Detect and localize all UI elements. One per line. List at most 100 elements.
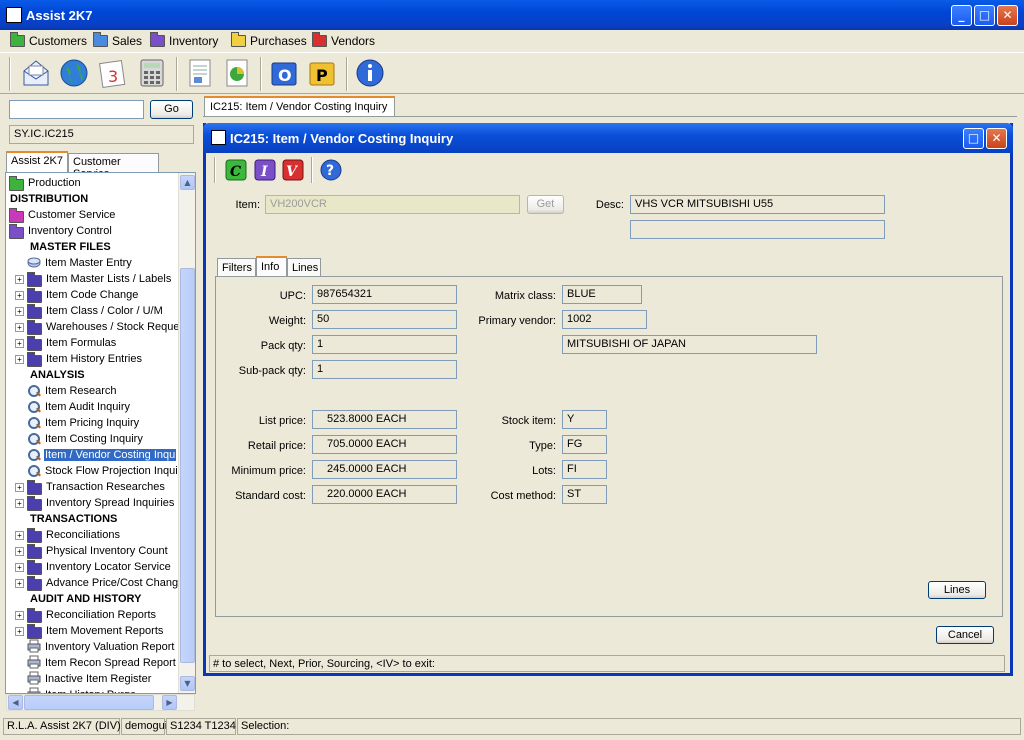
expand-icon[interactable]: + [15, 354, 24, 364]
menu-vendors[interactable]: Vendors [312, 32, 375, 49]
tree-item[interactable]: + Item Movement Reports [15, 623, 164, 639]
menu-purchases[interactable]: Purchases [231, 32, 307, 49]
expand-icon[interactable]: + [15, 322, 24, 332]
maximize-button[interactable]: □ [974, 5, 995, 26]
expand-icon[interactable]: + [15, 562, 24, 572]
lots-field[interactable]: FI [562, 460, 607, 479]
tree-item[interactable]: + Advance Price/Cost Chang [15, 575, 179, 591]
tree-item[interactable]: + Item Class / Color / U/M [15, 303, 164, 319]
tree-vertical-scrollbar[interactable]: ▲ ▼ [178, 173, 195, 693]
tree-item[interactable]: + Physical Inventory Count [15, 543, 169, 559]
desc-line2-field[interactable] [630, 220, 885, 239]
scroll-up-button[interactable]: ▲ [180, 175, 195, 190]
matrix-class-field[interactable]: BLUE [562, 285, 642, 304]
tree-item[interactable]: Item Costing Inquiry [15, 431, 144, 447]
inquiry-maximize-button[interactable]: □ [963, 128, 984, 149]
globe-icon[interactable] [58, 57, 90, 89]
sub-pack-qty-field[interactable]: 1 [312, 360, 457, 379]
tab-filters[interactable]: Filters [217, 258, 256, 277]
cost-method-field[interactable]: ST [562, 485, 607, 504]
tab-assist-2k7[interactable]: Assist 2K7 [6, 151, 68, 172]
document-tab[interactable]: IC215: Item / Vendor Costing Inquiry [204, 96, 395, 117]
menu-customers[interactable]: Customers [10, 32, 87, 49]
tree-item[interactable]: Item Research [15, 383, 118, 399]
tree-item[interactable]: + Warehouses / Stock Reque [15, 319, 181, 335]
help-icon[interactable]: ? [319, 158, 343, 185]
get-button[interactable]: Get [527, 195, 564, 214]
cancel-button[interactable]: Cancel [936, 626, 994, 644]
expand-icon[interactable]: + [15, 274, 24, 284]
calendar-icon[interactable]: 3 [96, 57, 128, 89]
tree-item[interactable]: Customer Service [9, 207, 116, 223]
minimize-button[interactable]: _ [951, 5, 972, 26]
tree-item[interactable]: + Inventory Spread Inquiries [15, 495, 175, 511]
tree-item[interactable]: Inactive Item Register [15, 671, 152, 687]
info-icon[interactable] [354, 57, 386, 89]
vendor-name-field[interactable]: MITSUBISHI OF JAPAN [562, 335, 817, 354]
expand-icon[interactable]: + [15, 498, 24, 508]
tab-info[interactable]: Info [256, 256, 287, 278]
outlook-icon[interactable]: O [268, 57, 300, 89]
retail-price-field[interactable]: 705.0000 EACH [312, 435, 457, 454]
tree-item[interactable]: Item / Vendor Costing Inqu [15, 447, 177, 463]
scroll-down-button[interactable]: ▼ [180, 676, 195, 691]
menu-inventory[interactable]: Inventory [150, 32, 218, 49]
pack-qty-field[interactable]: 1 [312, 335, 457, 354]
scroll-left-button[interactable]: ◀ [8, 695, 23, 710]
tree-item[interactable]: + Item Master Lists / Labels [15, 271, 172, 287]
expand-icon[interactable]: + [15, 290, 24, 300]
scroll-right-button[interactable]: ▶ [162, 695, 177, 710]
tree-item[interactable]: + Item Formulas [15, 335, 117, 351]
close-button[interactable]: ✕ [997, 5, 1018, 26]
standard-cost-field[interactable]: 220.0000 EACH [312, 485, 457, 504]
weight-field[interactable]: 50 [312, 310, 457, 329]
tree-item[interactable]: + Inventory Locator Service [15, 559, 172, 575]
list-price-field[interactable]: 523.8000 EACH [312, 410, 457, 429]
expand-icon[interactable]: + [15, 306, 24, 316]
hscroll-thumb[interactable] [24, 695, 154, 710]
tree-item[interactable]: + Transaction Researches [15, 479, 166, 495]
report-icon[interactable] [184, 57, 216, 89]
lines-button[interactable]: Lines [928, 581, 986, 599]
tab-lines[interactable]: Lines [287, 258, 321, 277]
tree-item[interactable]: Item Audit Inquiry [15, 399, 131, 415]
expand-icon[interactable]: + [15, 530, 24, 540]
tree-item[interactable]: Item Recon Spread Report [15, 655, 177, 671]
publisher-icon[interactable]: P [306, 57, 338, 89]
expand-icon[interactable]: + [15, 546, 24, 556]
menu-sales[interactable]: Sales [93, 32, 142, 49]
tree-item[interactable]: Inventory Control [9, 223, 113, 239]
tree-item[interactable]: Stock Flow Projection Inqui [15, 463, 179, 479]
tree-item[interactable]: Inventory Valuation Report [15, 639, 175, 655]
stock-item-field[interactable]: Y [562, 410, 607, 429]
spreadsheet-icon[interactable] [222, 57, 254, 89]
tree-item[interactable]: Production [9, 175, 82, 191]
expand-icon[interactable]: + [15, 626, 24, 636]
desc-field[interactable]: VHS VCR MITSUBISHI U55 [630, 195, 885, 214]
tree-item[interactable]: Item Pricing Inquiry [15, 415, 140, 431]
upc-field[interactable]: 987654321 [312, 285, 457, 304]
tree-item[interactable]: + Item Code Change [15, 287, 139, 303]
tree-item[interactable]: + Reconciliations [15, 527, 121, 543]
calculator-icon[interactable] [136, 57, 168, 89]
customer-c-icon[interactable]: C [224, 158, 248, 185]
go-button[interactable]: Go [150, 100, 193, 119]
tree-item[interactable]: Item History Purge [15, 687, 137, 693]
search-input[interactable] [9, 100, 144, 119]
primary-vendor-field[interactable]: 1002 [562, 310, 647, 329]
inventory-i-icon[interactable]: I [253, 158, 277, 185]
item-field[interactable]: VH200VCR [265, 195, 520, 214]
tab-customer-service[interactable]: Customer Service [68, 153, 159, 180]
tree-item[interactable]: + Item History Entries [15, 351, 143, 367]
tree-item[interactable]: Item Master Entry [15, 255, 133, 271]
tree-horizontal-scrollbar[interactable]: ◀ ▶ [6, 694, 195, 711]
mail-icon[interactable] [20, 57, 52, 89]
vendor-v-icon[interactable]: V [281, 158, 305, 185]
expand-icon[interactable]: + [15, 482, 24, 492]
tree-item[interactable]: + Reconciliation Reports [15, 607, 157, 623]
inquiry-close-button[interactable]: ✕ [986, 128, 1007, 149]
expand-icon[interactable]: + [15, 610, 24, 620]
expand-icon[interactable]: + [15, 338, 24, 348]
scroll-thumb[interactable] [180, 268, 195, 663]
minimum-price-field[interactable]: 245.0000 EACH [312, 460, 457, 479]
